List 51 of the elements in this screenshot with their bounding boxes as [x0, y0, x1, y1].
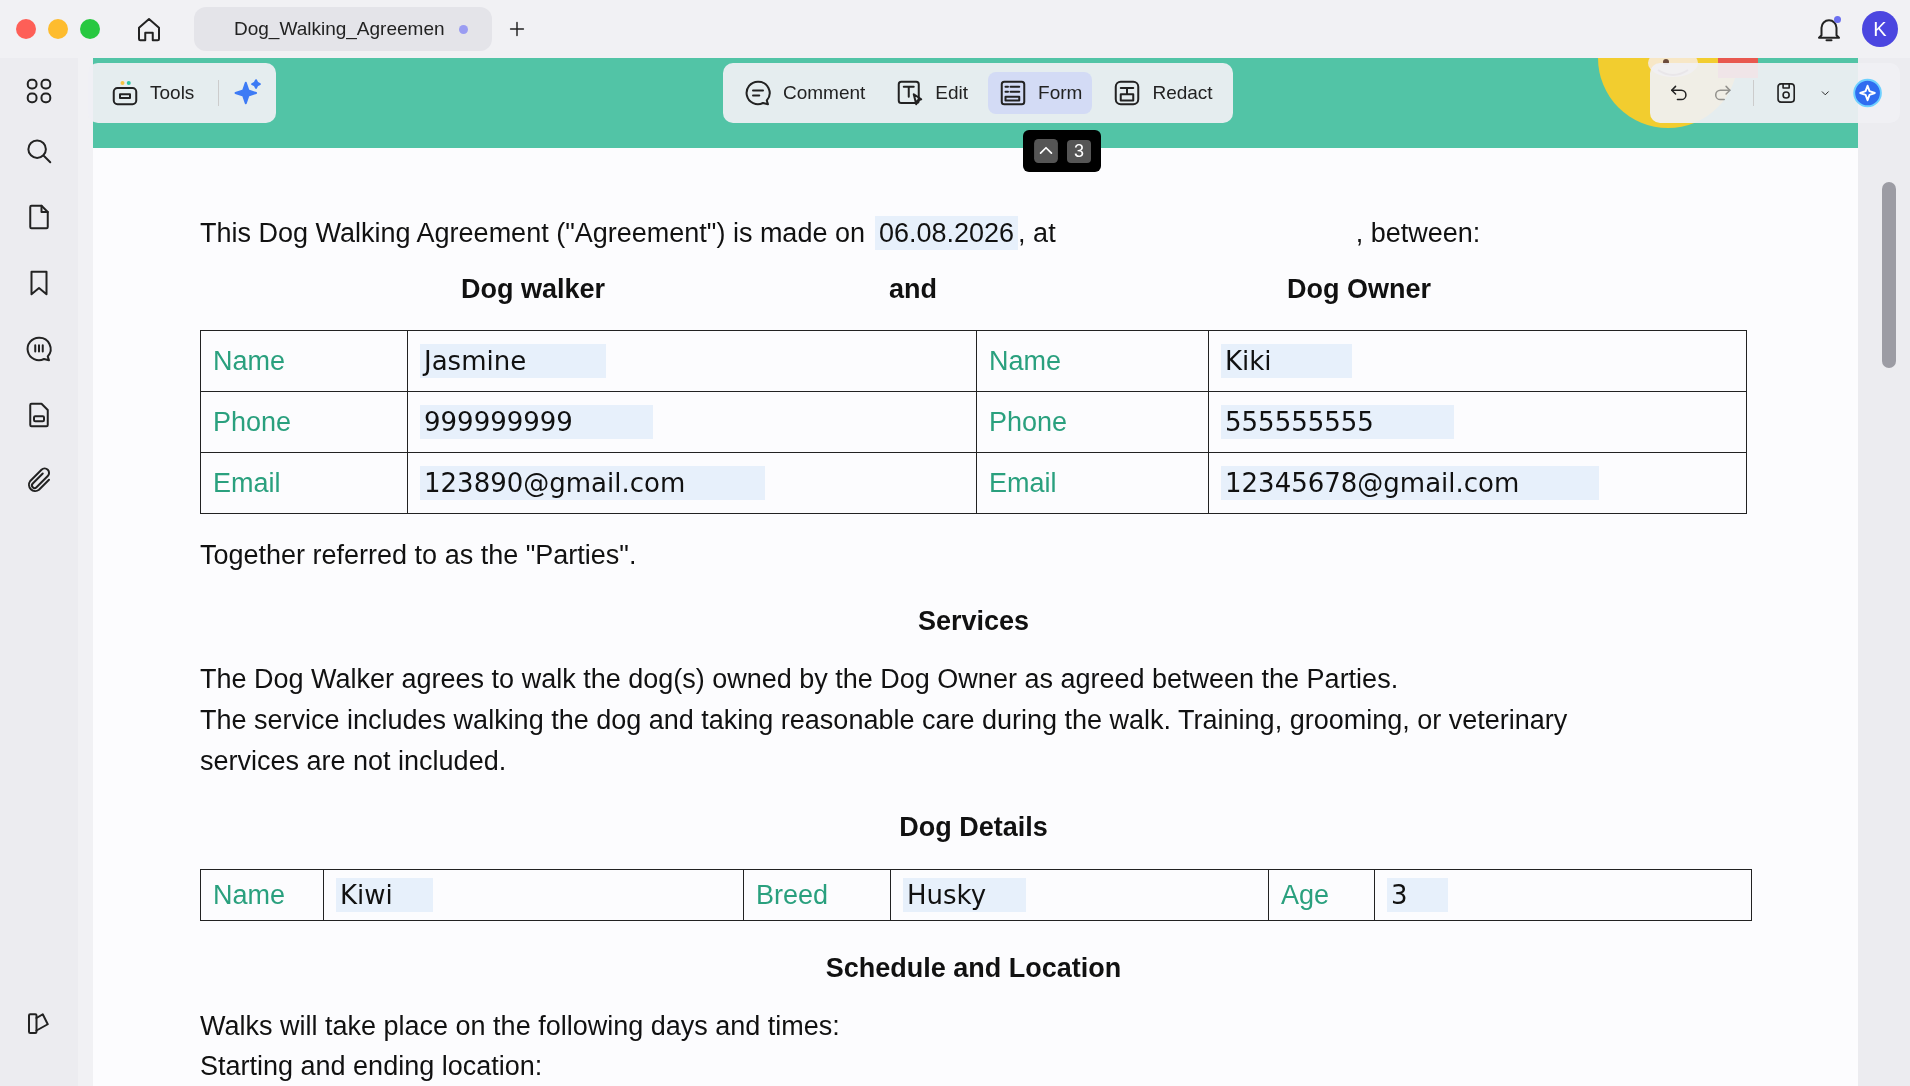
field-label: Phone [200, 391, 408, 453]
avatar[interactable]: K [1862, 11, 1898, 47]
field-label: Name [200, 330, 408, 392]
scrollbar[interactable] [1858, 58, 1910, 1086]
paragraph-text: This Dog Walking Agreement ("Agreement") is made on [200, 217, 865, 250]
field-label: Email [976, 452, 1209, 514]
close-button[interactable] [16, 19, 36, 39]
field-label: Email [200, 452, 408, 514]
comment-icon[interactable] [24, 334, 54, 364]
form-field[interactable]: Husky [903, 878, 1027, 912]
section-heading: Dog Details [898, 812, 1049, 843]
date-field[interactable]: 06.08.2026 [874, 216, 1019, 250]
mode-tab[interactable]: Redact [1102, 72, 1223, 114]
paragraph-text: The service includes walking the dog and taking reasonable care during the walk. Training, grooming, or veterinary services are not included. [200, 704, 1569, 778]
document-tab[interactable]: Dog_Walking_Agreemen [194, 7, 492, 51]
form-field[interactable]: Kiwi [336, 878, 433, 912]
scrollbar-thumb[interactable] [1882, 182, 1896, 368]
paragraph-text: Starting and ending location: [200, 1050, 544, 1083]
field-label: Age [1268, 869, 1375, 921]
paragraph-text: The Dog Walker agrees to walk the dog(s) owned by the Dog Owner as agreed between the Parties. [200, 663, 1400, 696]
key-label: 3 [1067, 139, 1091, 163]
field-label: Breed [743, 869, 891, 921]
field-label: Phone [976, 391, 1209, 453]
comment-icon [743, 78, 773, 108]
mode-tab[interactable]: Edit [885, 72, 979, 114]
field-label: Name [200, 869, 324, 921]
paragraph-text: , at [1018, 217, 1056, 250]
search-icon[interactable] [24, 136, 54, 166]
form-field[interactable]: 555555555 [1221, 405, 1454, 439]
mode-tab[interactable]: Comment [733, 72, 876, 114]
mode-tab[interactable]: Form [988, 72, 1093, 114]
form-field[interactable]: 999999999 [420, 405, 653, 439]
paragraph-text: Together referred to as the "Parties". [200, 539, 638, 572]
tab-title: Dog_Walking_Agreemen [234, 18, 445, 40]
tools-button[interactable]: Tools [100, 72, 205, 114]
paragraph-text: Walks will take place on the following days and times: [200, 1010, 841, 1043]
apps-grid-icon[interactable] [24, 76, 54, 106]
form-field[interactable]: Kiki [1221, 344, 1352, 378]
paragraph-text: , between: [1355, 217, 1481, 250]
field-label: Name [976, 330, 1209, 392]
section-heading: Dog walker [461, 274, 606, 306]
form-field[interactable]: 3 [1387, 878, 1448, 912]
section-heading: Schedule and Location [824, 953, 1123, 984]
section-heading: and [889, 274, 938, 306]
section-heading: Services [916, 606, 1031, 637]
section-heading: Dog Owner [1287, 274, 1432, 306]
form-field[interactable]: 12345678@gmail.com [1221, 466, 1600, 500]
form-field[interactable]: 123890@gmail.com [420, 466, 766, 500]
toolbox-icon [110, 78, 140, 108]
control-key-icon [1033, 138, 1059, 164]
form-field[interactable]: Jasmine [420, 344, 607, 378]
